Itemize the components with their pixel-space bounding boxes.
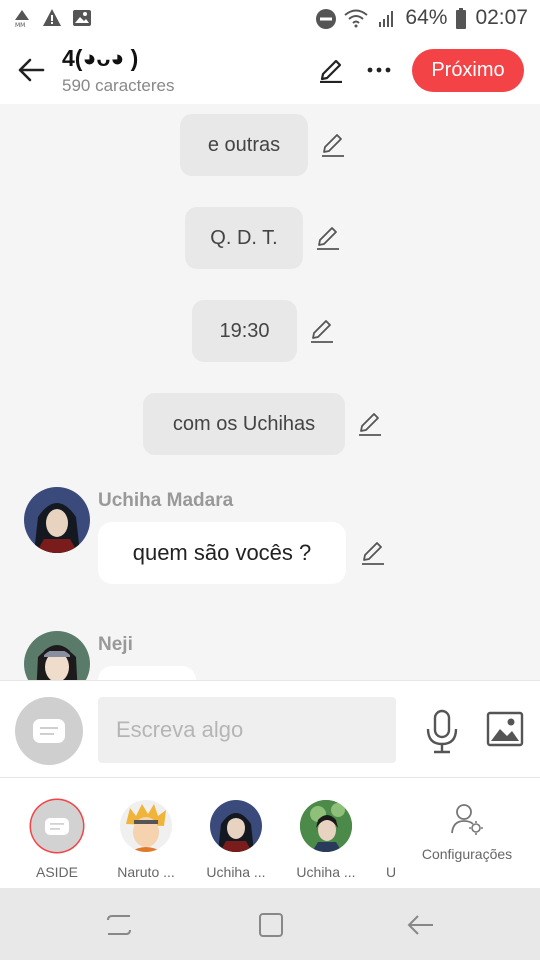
- uchiha-avatar: [300, 800, 352, 852]
- message-input[interactable]: [98, 697, 396, 763]
- character-label: ASIDE: [35, 864, 78, 880]
- character-naruto[interactable]: Naruto ...: [106, 800, 186, 880]
- more-dots-icon: [367, 67, 391, 73]
- settings-label: Configurações: [421, 846, 513, 862]
- avatar-uchiha-madara[interactable]: [24, 487, 90, 553]
- character-label: Naruto ...: [117, 864, 175, 880]
- sender-name: Uchiha Madara: [98, 490, 234, 511]
- back-button[interactable]: [0, 36, 62, 104]
- page-title: 4(◕ᴗ◕ ): [62, 44, 139, 71]
- character-label: Uchiha ...: [206, 864, 266, 880]
- mm-notification-icon: MM: [12, 8, 32, 29]
- user-settings-icon: [451, 804, 483, 835]
- header: 4(◕ᴗ◕ ) 590 caracteres Próximo: [0, 36, 540, 104]
- wifi-icon: [343, 8, 369, 28]
- pencil-icon[interactable]: [315, 225, 341, 251]
- narration-bubble[interactable]: 19:30: [192, 300, 297, 362]
- character-uchiha-2[interactable]: Uchiha ...: [286, 800, 366, 880]
- uchiha-madara-avatar: [210, 800, 262, 852]
- svg-text:MM: MM: [15, 22, 25, 28]
- settings-button[interactable]: Configurações: [414, 802, 520, 862]
- pencil-icon[interactable]: [320, 132, 346, 158]
- recent-apps-icon[interactable]: [104, 910, 134, 940]
- character-strip: ASIDE Naruto ... Uchiha ... Uchiha ... U…: [0, 778, 540, 888]
- chat-bubble-icon: [33, 719, 65, 743]
- character-label: Uchiha ...: [296, 864, 356, 880]
- pencil-icon[interactable]: [309, 318, 335, 344]
- naruto-avatar: [120, 800, 172, 852]
- input-bar: [0, 680, 540, 778]
- do-not-disturb-icon: [315, 8, 337, 29]
- aside-toggle-button[interactable]: [15, 697, 83, 765]
- warning-icon: [42, 8, 62, 28]
- message-bubble[interactable]: [98, 666, 196, 680]
- title-block: 4(◕ᴗ◕ ) 590 caracteres: [62, 45, 174, 96]
- character-partial[interactable]: U: [376, 800, 406, 880]
- home-icon[interactable]: [256, 910, 286, 940]
- message-bubble[interactable]: quem são vocês ?: [98, 522, 346, 584]
- system-nav-bar: [0, 888, 540, 960]
- clock: 02:07: [475, 6, 528, 29]
- more-options-button[interactable]: [364, 55, 394, 85]
- edit-button[interactable]: [316, 55, 346, 85]
- aside-avatar: [31, 800, 83, 852]
- status-bar: MM 64% 02:07: [0, 0, 540, 36]
- character-label: U: [385, 864, 397, 880]
- back-nav-icon[interactable]: [406, 910, 436, 940]
- avatar-neji[interactable]: [24, 631, 90, 680]
- image-notification-icon: [72, 8, 92, 28]
- image-picker-icon[interactable]: [486, 711, 524, 747]
- narration-bubble[interactable]: Q. D. T.: [185, 207, 303, 269]
- signal-icon: [377, 8, 397, 28]
- narration-bubble[interactable]: com os Uchihas: [143, 393, 345, 455]
- microphone-icon[interactable]: [424, 709, 460, 755]
- pencil-icon[interactable]: [357, 411, 383, 437]
- character-aside[interactable]: ASIDE: [17, 800, 97, 880]
- pencil-icon: [320, 59, 342, 83]
- narration-bubble[interactable]: e outras: [180, 114, 308, 176]
- next-button[interactable]: Próximo: [412, 48, 524, 92]
- chat-area[interactable]: e outras Q. D. T. 19:30 com os Uchihas U…: [0, 104, 540, 680]
- character-count: 590 caracteres: [62, 75, 175, 95]
- character-uchiha-1[interactable]: Uchiha ...: [196, 800, 276, 880]
- arrow-left-icon: [18, 58, 45, 82]
- battery-icon: [455, 8, 467, 29]
- sender-name: Neji: [98, 634, 133, 655]
- pencil-icon[interactable]: [360, 540, 386, 566]
- battery-percent: 64%: [405, 6, 448, 29]
